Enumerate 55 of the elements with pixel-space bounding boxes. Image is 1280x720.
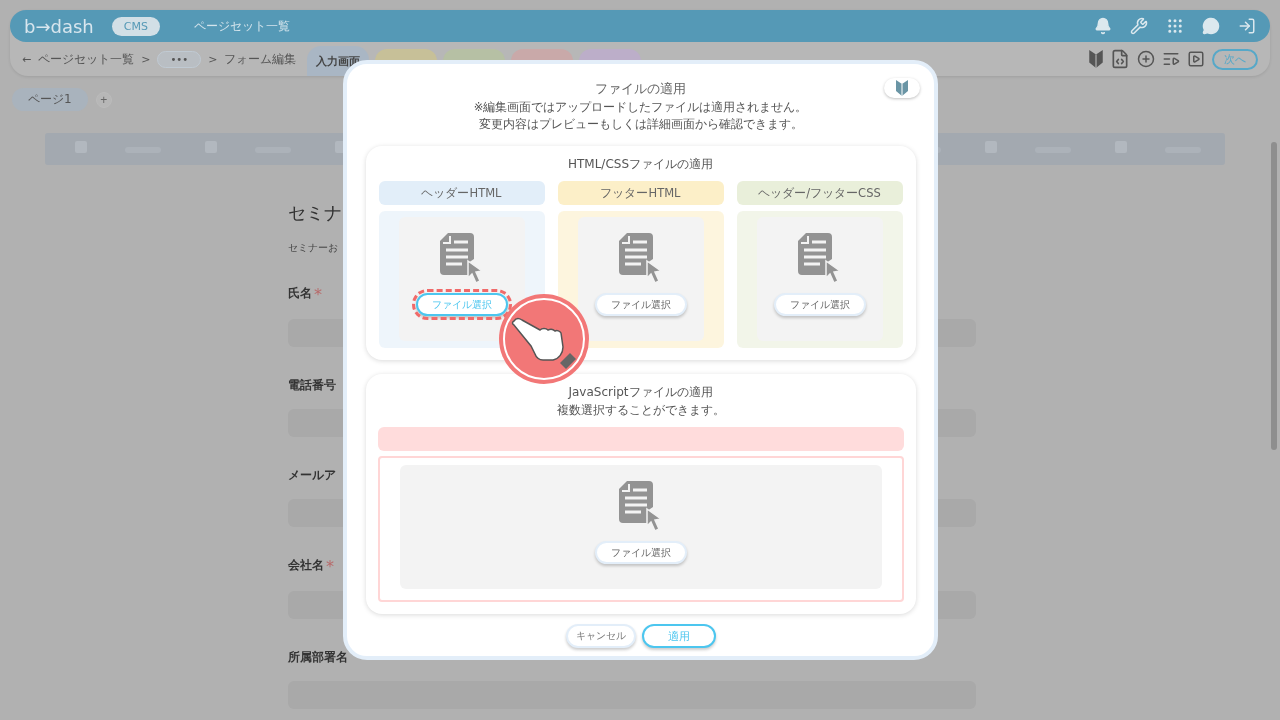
document-cursor-icon [797,233,842,285]
section-note: 複数選択することができます。 [556,403,725,418]
breadcrumb-separator: > [141,52,151,66]
required-mark: * [326,557,334,576]
field-label: 氏名 [288,285,312,302]
document-cursor-icon [618,481,663,533]
dialog-note: 変更内容はプレビューもしくは詳細画面から確認できます。 [478,117,803,132]
beginner-guide-button[interactable] [884,78,920,98]
breadcrumb-link[interactable]: ページセット一覧 [38,50,135,68]
section-title: HTML/CSSファイルの適用 [567,156,714,173]
play-icon[interactable] [1187,50,1205,68]
dialog-note: ※編集画面ではアップロードしたファイルは適用されません。 [473,100,808,115]
field-label: 電話番号 [288,377,336,394]
field-label: 所属部署名 [288,649,348,666]
html-file-icon[interactable] [1110,49,1130,69]
slot-header: ヘッダーHTML [378,181,545,205]
grid-icon[interactable] [1166,17,1184,35]
beginner-mark-icon [896,80,908,96]
list-icon[interactable] [1162,50,1180,68]
plus-circle-icon[interactable] [1137,50,1155,68]
scrollbar[interactable] [1271,142,1277,450]
apply-button[interactable]: 適用 [641,624,716,648]
required-mark: * [314,285,322,304]
login-icon[interactable] [1238,17,1256,35]
breadcrumb-current: フォーム編集 [224,50,297,68]
back-link[interactable]: ← [22,52,32,66]
field-label: メールア [288,467,336,484]
slot-header: フッターHTML [557,181,724,205]
form-title: セミナ [288,201,342,225]
page-tab[interactable]: ページ1 [12,88,88,111]
beginner-mark-icon[interactable] [1089,50,1103,68]
dialog-title: ファイルの適用 [595,80,686,98]
document-cursor-icon [618,233,663,285]
module-badge[interactable]: CMS [111,16,160,36]
add-page-button[interactable]: + [95,91,112,108]
document-cursor-icon [439,233,484,285]
cancel-button[interactable]: キャンセル [565,624,636,648]
breadcrumb-separator: > [208,52,218,66]
drop-area[interactable]: ファイル選択 [398,217,525,341]
page-title: ページセット一覧 [193,17,291,35]
file-select-button[interactable]: ファイル選択 [594,541,687,564]
drop-area[interactable]: ファイル選択 [756,217,883,341]
more-button[interactable]: ••• [157,50,202,68]
slot-header: ヘッダー/フッターCSS [736,181,903,205]
bell-icon[interactable] [1094,17,1112,35]
chat-icon[interactable] [1202,17,1220,35]
field-label: 会社名 [288,557,324,574]
drop-area[interactable]: ファイル選択 [399,465,882,589]
app-logo[interactable]: b→dash [24,15,94,37]
section-title: JavaScriptファイルの適用 [568,384,713,401]
wrench-icon[interactable] [1130,17,1148,35]
form-description: セミナーお [288,241,338,255]
file-select-button[interactable]: ファイル選択 [773,293,866,316]
file-select-button[interactable]: ファイル選択 [594,293,687,316]
drop-area[interactable]: ファイル選択 [577,217,704,341]
